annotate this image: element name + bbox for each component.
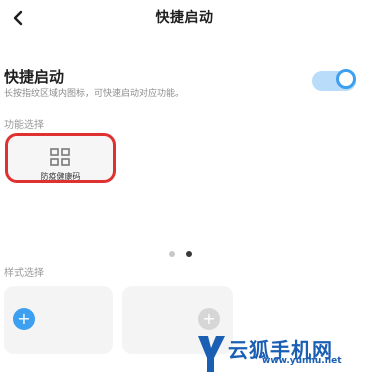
quick-start-toggle[interactable]	[312, 69, 356, 91]
grid-icon	[50, 148, 70, 166]
page-indicator-dot-active	[186, 251, 192, 257]
toggle-knob	[336, 69, 356, 89]
style-option-1[interactable]: +	[4, 286, 113, 354]
function-section-label: 功能选择	[4, 120, 44, 131]
page-indicator-dot	[169, 251, 175, 257]
quick-start-description: 长按指纹区域内图标，可快速启动对应功能。	[4, 89, 185, 99]
function-option-health-code[interactable]: 防疫健康码	[5, 133, 116, 183]
add-icon[interactable]: +	[13, 308, 35, 330]
page-title: 快捷启动	[155, 10, 214, 26]
function-option-label: 防疫健康码	[40, 172, 81, 181]
watermark-url: www.yunhu.net	[262, 356, 342, 366]
add-icon[interactable]: +	[198, 308, 220, 330]
quick-start-title: 快捷启动	[4, 68, 65, 86]
style-section-label: 样式选择	[4, 268, 44, 279]
watermark-logo-icon	[198, 336, 225, 372]
